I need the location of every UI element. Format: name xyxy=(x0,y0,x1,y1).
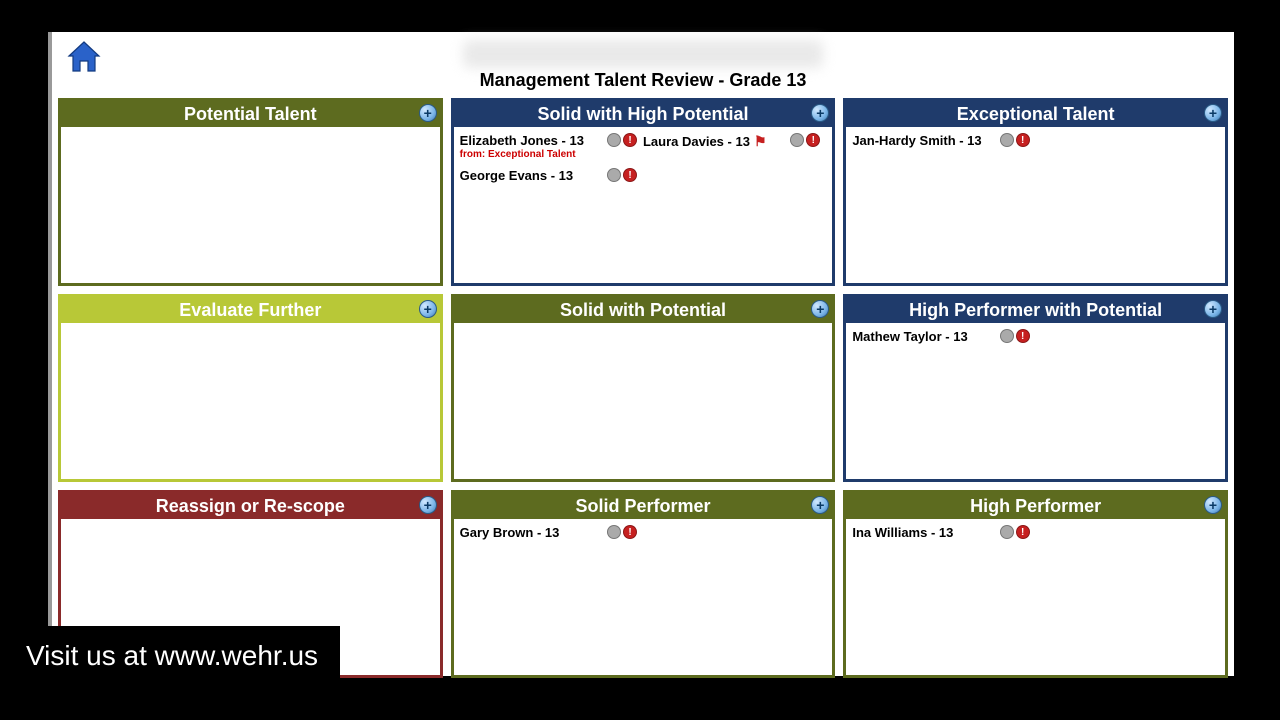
cell-title: Evaluate Further xyxy=(179,300,321,320)
status-dot-red[interactable]: ! xyxy=(1016,133,1030,147)
cell-header: High Performer + xyxy=(846,493,1225,519)
person-card[interactable]: Mathew Taylor - 13! xyxy=(852,327,1035,355)
cell-header: Reassign or Re-scope + xyxy=(61,493,440,519)
status-dots[interactable]: ! xyxy=(607,133,637,147)
cell-title: Potential Talent xyxy=(184,104,317,124)
add-icon[interactable]: + xyxy=(1204,300,1222,318)
add-icon[interactable]: + xyxy=(419,104,437,122)
status-dot-grey[interactable] xyxy=(607,525,621,539)
cell-body[interactable]: Gary Brown - 13! xyxy=(454,519,833,675)
cell-header: Solid with Potential + xyxy=(454,297,833,323)
cell-body[interactable]: Ina Williams - 13! xyxy=(846,519,1225,675)
person-card[interactable]: Jan-Hardy Smith - 13! xyxy=(852,131,1035,159)
add-icon[interactable]: + xyxy=(811,496,829,514)
status-dot-grey[interactable] xyxy=(607,168,621,182)
cell-title: Solid Performer xyxy=(575,496,710,516)
status-dot-red[interactable]: ! xyxy=(1016,329,1030,343)
status-dots[interactable]: ! xyxy=(1000,525,1030,539)
cell-body[interactable]: Elizabeth Jones - 13from: Exceptional Ta… xyxy=(454,127,833,283)
grid-cell[interactable]: Evaluate Further + xyxy=(58,294,443,482)
cell-header: Evaluate Further + xyxy=(61,297,440,323)
status-dot-red[interactable]: ! xyxy=(806,133,820,147)
person-card[interactable]: Laura Davies - 13⚑! xyxy=(643,131,826,166)
cell-body[interactable]: Jan-Hardy Smith - 13! xyxy=(846,127,1225,283)
cell-title: Reassign or Re-scope xyxy=(156,496,345,516)
status-dot-grey[interactable] xyxy=(607,133,621,147)
grid-cell[interactable]: Potential Talent + xyxy=(58,98,443,286)
status-dots[interactable]: ! xyxy=(790,133,820,147)
person-note: from: Exceptional Talent xyxy=(460,149,643,160)
status-dots[interactable]: ! xyxy=(607,168,637,182)
cell-header: Solid Performer + xyxy=(454,493,833,519)
status-dots[interactable]: ! xyxy=(1000,329,1030,343)
add-icon[interactable]: + xyxy=(419,496,437,514)
cell-header: Exceptional Talent + xyxy=(846,101,1225,127)
status-dot-red[interactable]: ! xyxy=(1016,525,1030,539)
cell-header: Solid with High Potential + xyxy=(454,101,833,127)
cell-title: High Performer with Potential xyxy=(909,300,1162,320)
grid-cell[interactable]: Solid with Potential + xyxy=(451,294,836,482)
person-card[interactable]: Elizabeth Jones - 13from: Exceptional Ta… xyxy=(460,131,643,166)
cell-body[interactable] xyxy=(61,127,440,283)
cell-title: High Performer xyxy=(970,496,1101,516)
page-title: Management Talent Review - Grade 13 xyxy=(58,70,1228,91)
status-dot-red[interactable]: ! xyxy=(623,168,637,182)
add-icon[interactable]: + xyxy=(1204,496,1222,514)
nine-box-grid: Potential Talent+Solid with High Potenti… xyxy=(58,98,1228,678)
add-icon[interactable]: + xyxy=(811,300,829,318)
cell-body[interactable] xyxy=(454,323,833,479)
flag-icon: ⚑ xyxy=(754,133,767,149)
status-dot-grey[interactable] xyxy=(1000,329,1014,343)
person-card[interactable]: George Evans - 13! xyxy=(460,166,643,194)
person-card[interactable]: Gary Brown - 13! xyxy=(460,523,643,551)
grid-cell[interactable]: Exceptional Talent + Jan-Hardy Smith - 13! xyxy=(843,98,1228,286)
add-icon[interactable]: + xyxy=(419,300,437,318)
status-dot-grey[interactable] xyxy=(790,133,804,147)
add-icon[interactable]: + xyxy=(1204,104,1222,122)
grid-cell[interactable]: High Performer + Ina Williams - 13! xyxy=(843,490,1228,678)
caption-overlay: Visit us at www.wehr.us xyxy=(0,626,340,686)
status-dot-red[interactable]: ! xyxy=(623,525,637,539)
status-dot-grey[interactable] xyxy=(1000,525,1014,539)
cell-title: Exceptional Talent xyxy=(957,104,1115,124)
cell-header: Potential Talent + xyxy=(61,101,440,127)
app-frame: Management Talent Review - Grade 13 Pote… xyxy=(48,32,1234,676)
grid-cell[interactable]: Solid Performer + Gary Brown - 13! xyxy=(451,490,836,678)
status-dot-red[interactable]: ! xyxy=(623,133,637,147)
person-card[interactable]: Ina Williams - 13! xyxy=(852,523,1035,551)
cell-title: Solid with Potential xyxy=(560,300,726,320)
grid-cell[interactable]: High Performer with Potential + Mathew Tay… xyxy=(843,294,1228,482)
status-dot-grey[interactable] xyxy=(1000,133,1014,147)
cell-body[interactable] xyxy=(61,323,440,479)
title-blur xyxy=(463,40,823,68)
cell-body[interactable]: Mathew Taylor - 13! xyxy=(846,323,1225,479)
topbar: Management Talent Review - Grade 13 xyxy=(58,36,1228,90)
status-dots[interactable]: ! xyxy=(607,525,637,539)
grid-cell[interactable]: Solid with High Potential + Elizabeth Jone… xyxy=(451,98,836,286)
add-icon[interactable]: + xyxy=(811,104,829,122)
cell-header: High Performer with Potential + xyxy=(846,297,1225,323)
status-dots[interactable]: ! xyxy=(1000,133,1030,147)
cell-title: Solid with High Potential xyxy=(537,104,748,124)
